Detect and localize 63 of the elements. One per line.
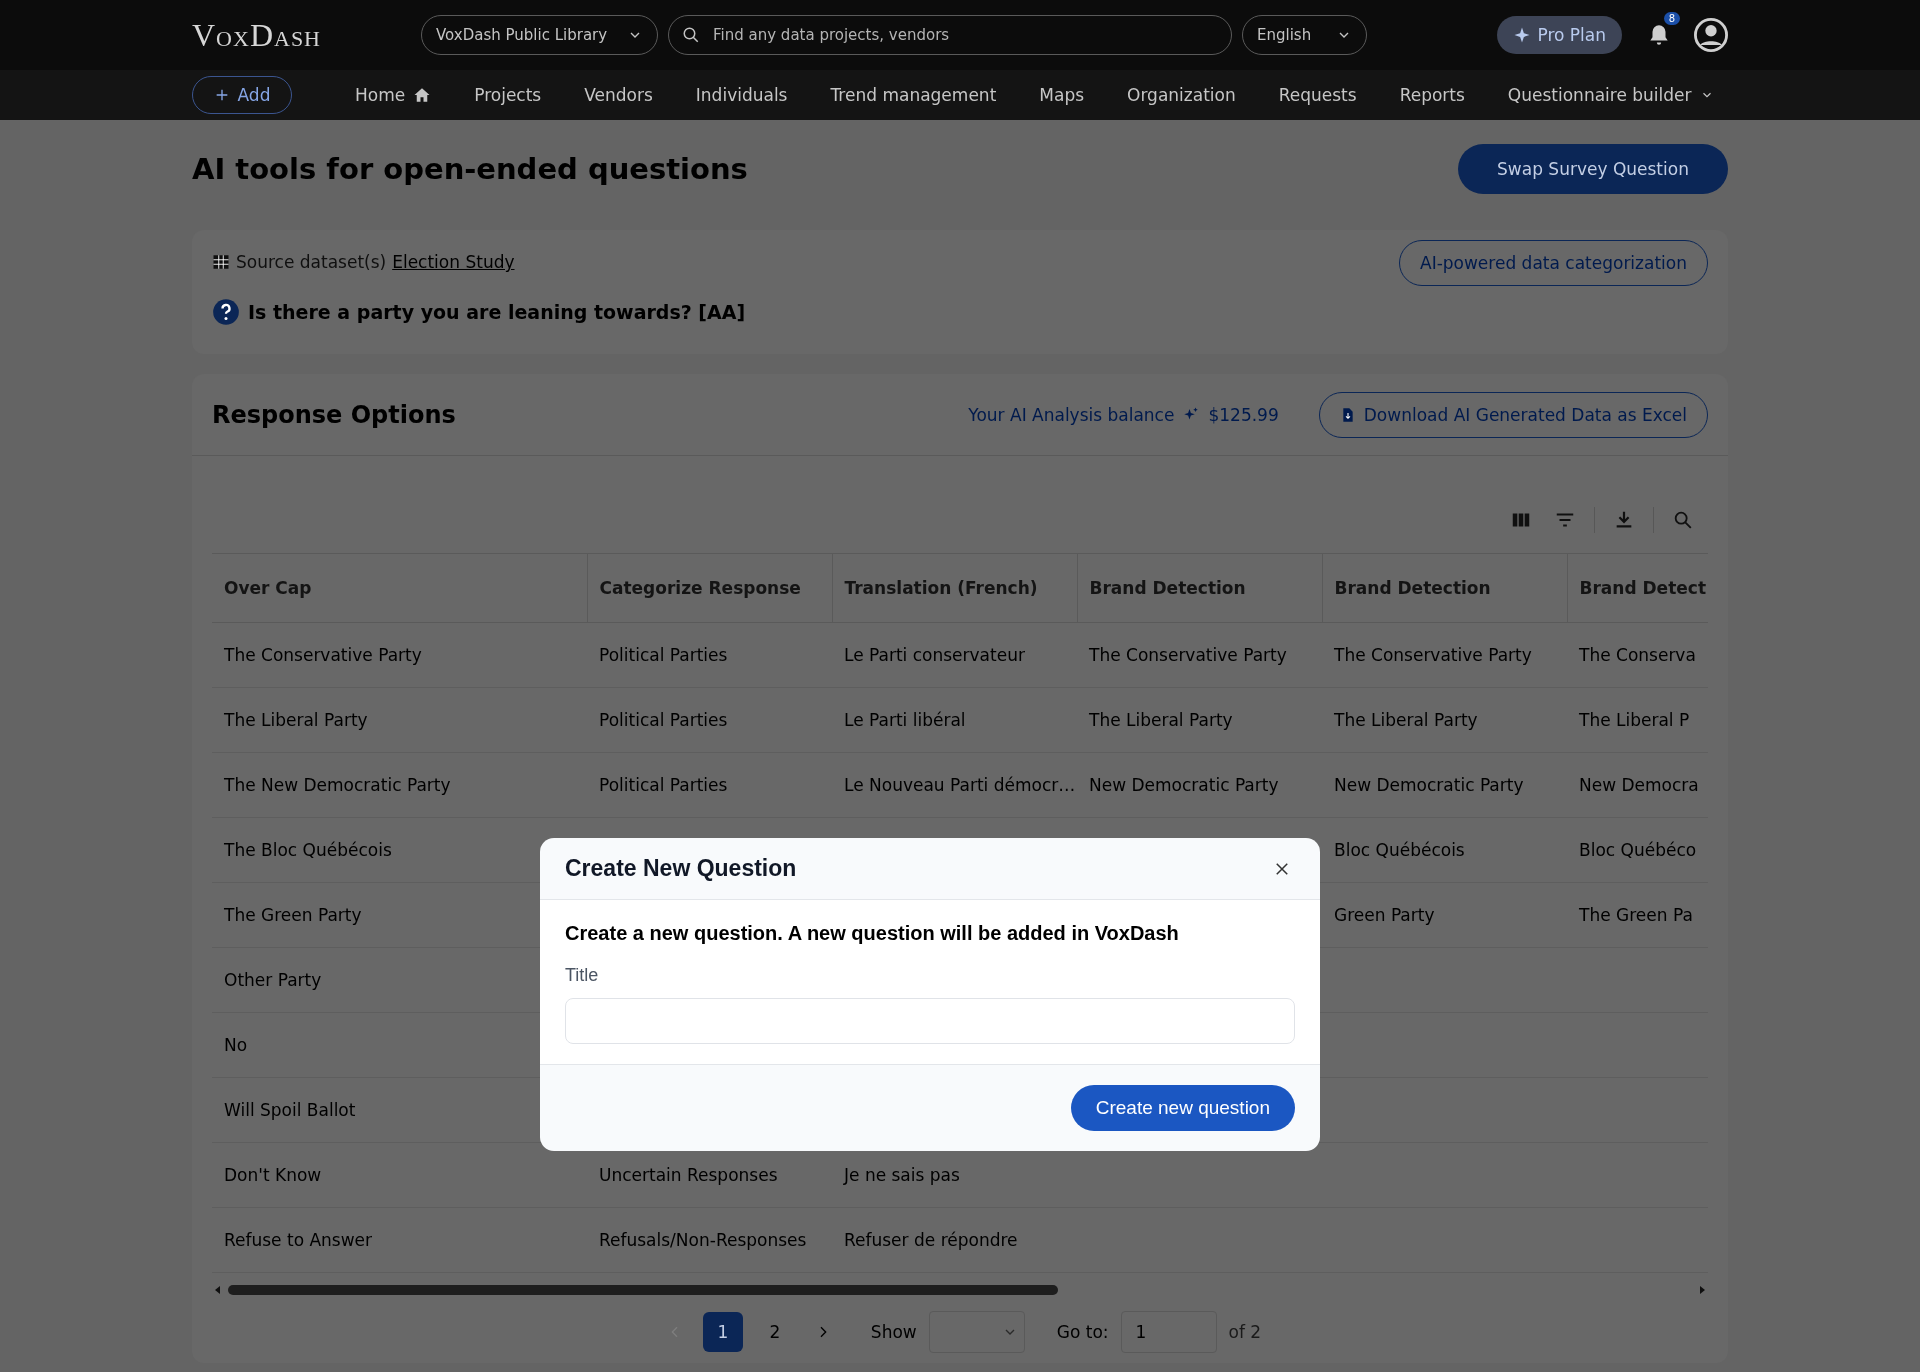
home-icon (413, 86, 432, 104)
goto-field[interactable]: 1 (1120, 1310, 1217, 1353)
balance-label: Your AI Analysis balance (968, 404, 1175, 425)
question-icon (212, 298, 240, 326)
notification-badge: 8 (1663, 12, 1680, 25)
search-field[interactable]: Find any data projects, vendors (668, 15, 1232, 55)
table-cell: The Conservative Party (1322, 622, 1567, 687)
nav-link[interactable]: Maps (1039, 85, 1085, 105)
page-total: of 2 (1228, 1321, 1262, 1342)
avatar-icon (1694, 18, 1728, 52)
question-text: Is there a party you are leaning towards? [AA] (248, 301, 746, 323)
table-cell: The New Democratic Party (212, 752, 587, 817)
swap-question-button[interactable]: Swap Survey Question (1458, 144, 1728, 194)
table-cell: Le Parti libéral (832, 687, 1077, 752)
table-cell: Le Nouveau Parti démocr… (832, 752, 1077, 817)
page-button[interactable]: 2 (754, 1311, 795, 1352)
table-cell: Green Party (1322, 882, 1567, 947)
nav-link[interactable]: Individuals (695, 85, 788, 105)
table-cell: Bloc Québéco (1567, 817, 1708, 882)
table-cell: The Liberal Party (1322, 687, 1567, 752)
table-cell: The Green Pa (1567, 882, 1708, 947)
nav-link[interactable]: Requests (1278, 85, 1357, 105)
show-label: Show (870, 1321, 917, 1342)
dataset-link[interactable]: Election Study (392, 252, 515, 272)
table-cell: New Democratic Party (1077, 752, 1322, 817)
table-cell: New Democra (1567, 752, 1708, 817)
table-cell: Refusals/Non-Responses (587, 1207, 832, 1272)
nav-link[interactable]: Trend management (830, 85, 997, 105)
pro-plan-button[interactable]: Pro Plan (1497, 16, 1622, 54)
source-label: Source dataset(s) (236, 252, 387, 272)
create-question-button[interactable]: Create new question (1070, 1085, 1295, 1131)
table-cell: The Liberal Party (212, 687, 587, 752)
logo: VoxDash (192, 16, 321, 54)
table-cell: Le Parti conservateur (832, 622, 1077, 687)
nav-link[interactable]: Vendors (584, 85, 653, 105)
search-icon (682, 26, 700, 44)
table-cell: The Conserva (1567, 622, 1708, 687)
table-cell: Political Parties (587, 752, 832, 817)
page-button[interactable]: 1 (702, 1311, 743, 1352)
nav-link[interactable]: Projects (474, 85, 542, 105)
table-cell: Political Parties (587, 622, 832, 687)
table-cell: The Conservative Party (1077, 622, 1322, 687)
goto-label: Go to: (1056, 1321, 1109, 1342)
scroll-thumb[interactable] (228, 1284, 1058, 1295)
section-title: Response Options (212, 400, 457, 429)
table-cell: Refuser de répondre (832, 1207, 1077, 1272)
table-cell: Refuse to Answer (212, 1207, 587, 1272)
title-field[interactable] (565, 998, 1295, 1044)
table-cell: Political Parties (587, 687, 832, 752)
nav-link[interactable]: Reports (1399, 85, 1465, 105)
table-cell: New Democratic Party (1322, 752, 1567, 817)
nav-link[interactable]: Organization (1127, 85, 1236, 105)
table-icon (212, 253, 230, 271)
table-cell: Bloc Québécois (1322, 817, 1567, 882)
balance-amount: $125.99 (1208, 404, 1279, 425)
table-cell: The Conservative Party (212, 622, 587, 687)
page-title: AI tools for open-ended questions (192, 152, 748, 186)
nav-link[interactable]: Home (355, 85, 432, 105)
table-cell: The Liberal P (1567, 687, 1708, 752)
profile-button[interactable] (1694, 18, 1728, 52)
nav-link[interactable]: Questionnaire builder (1507, 85, 1714, 105)
dialog-title: Create New Question (565, 855, 797, 882)
table-cell: The Liberal Party (1077, 687, 1322, 752)
